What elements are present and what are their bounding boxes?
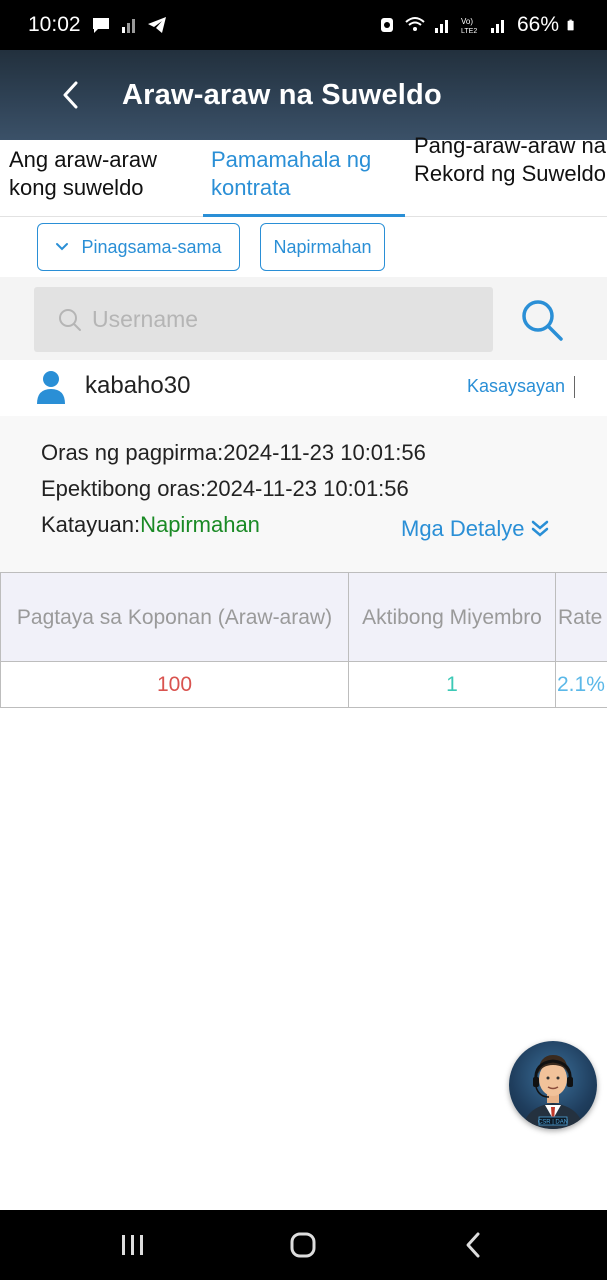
col-header-team-bet: Pagtaya sa Koponan (Araw-araw) [0, 572, 349, 662]
battery-percent: 66% [516, 13, 559, 36]
sign-time-value: 2024-11-23 10:01:56 [223, 440, 426, 465]
system-nav-bar [0, 1210, 607, 1280]
search-area [0, 277, 607, 360]
signal-icon [121, 19, 135, 33]
back-icon [466, 1232, 480, 1258]
status-label: Katayuan: [41, 512, 141, 537]
chevron-left-icon [63, 81, 78, 109]
recent-apps-button[interactable] [113, 1227, 153, 1263]
more-details-button[interactable]: Mga Detalye [401, 516, 549, 542]
col-header-active-members: Aktibong Miyembro [348, 572, 556, 662]
tab-daily-salary-record[interactable]: Pang-araw-araw na Rekord ng Suweldo [405, 132, 607, 216]
divider [574, 376, 575, 398]
table-row: 100 1 2.1% [0, 661, 607, 708]
tab-contract-management[interactable]: Pamamahala ng kontrata [203, 140, 405, 217]
svg-text:CSR | DAN: CSR | DAN [538, 1120, 568, 1126]
telegram-icon [147, 17, 166, 33]
username: kabaho30 [85, 372, 191, 399]
contract-details: Oras ng pagpirma:2024-11-23 10:01:56 Epe… [0, 416, 607, 572]
tab-bar: Ang araw-araw kong suweldo Pamamahala ng… [0, 133, 607, 217]
table-header-row: Pagtaya sa Koponan (Araw-araw) Aktibong … [0, 572, 607, 662]
stats-table-wrapper[interactable]: Pagtaya sa Koponan (Araw-araw) Aktibong … [0, 572, 607, 708]
volte-icon: Vo) LTE2 [461, 17, 477, 35]
tab-my-daily-salary[interactable]: Ang araw-araw kong suweldo [0, 140, 203, 216]
customer-service-button[interactable]: CSR | DAN [509, 1041, 597, 1129]
status-right-icons: Vo) LTE2 66% [377, 13, 579, 37]
combined-filter-dropdown[interactable]: Pinagsama-sama [37, 223, 240, 271]
search-icon [59, 308, 81, 331]
chat-icon [92, 18, 109, 33]
status-left-icons [91, 15, 167, 35]
username-search-input[interactable] [92, 306, 472, 333]
search-button[interactable] [518, 296, 566, 344]
status-value: Napirmahan [140, 512, 260, 537]
home-icon [290, 1232, 316, 1258]
svg-text:LTE2: LTE2 [461, 28, 477, 35]
signal-icon [434, 20, 448, 33]
recent-apps-icon [122, 1235, 143, 1255]
back-nav-button[interactable] [453, 1227, 493, 1263]
status-row: Katayuan:Napirmahan [41, 512, 260, 538]
signed-filter-button[interactable]: Napirmahan [260, 223, 385, 271]
history-link[interactable]: Kasaysayan [467, 376, 565, 397]
cell-team-bet: 100 [0, 661, 349, 708]
combined-filter-label: Pinagsama-sama [81, 236, 222, 257]
wifi-icon [405, 17, 425, 31]
search-box [34, 287, 493, 352]
sign-time-row: Oras ng pagpirma:2024-11-23 10:01:56 [41, 440, 426, 466]
search-icon [522, 300, 563, 341]
signed-filter-label: Napirmahan [273, 236, 372, 257]
cell-active-members: 1 [348, 661, 556, 708]
stats-table: Pagtaya sa Koponan (Araw-araw) Aktibong … [0, 572, 607, 708]
effective-time-row: Epektibong oras:2024-11-23 10:01:56 [41, 476, 409, 502]
page-title: Araw-araw na Suweldo [122, 78, 442, 111]
support-agent-icon: CSR | DAN [523, 1055, 583, 1129]
back-button[interactable] [40, 50, 100, 140]
user-icon [37, 371, 65, 404]
chevron-down-icon [56, 243, 69, 251]
user-row: kabaho30 Kasaysayan [0, 360, 607, 416]
status-bar: 10:02 Vo) LTE2 66% [0, 0, 607, 50]
battery-icon [567, 19, 574, 31]
effective-time-value: 2024-11-23 10:01:56 [206, 476, 409, 501]
col-header-rate: Rate [555, 572, 607, 662]
cell-rate: 2.1% [555, 661, 607, 708]
double-chevron-down-icon [531, 520, 548, 537]
svg-text:Vo): Vo) [461, 17, 473, 26]
effective-time-label: Epektibong oras: [41, 476, 207, 501]
signal-icon [490, 20, 504, 33]
status-time: 10:02 [28, 13, 81, 36]
more-details-label: Mga Detalye [401, 516, 525, 541]
alarm-icon [380, 18, 393, 32]
app-header: Araw-araw na Suweldo [0, 50, 607, 140]
filter-bar: Pinagsama-sama Napirmahan [0, 217, 607, 277]
sign-time-label: Oras ng pagpirma: [41, 440, 224, 465]
home-button[interactable] [283, 1227, 323, 1263]
